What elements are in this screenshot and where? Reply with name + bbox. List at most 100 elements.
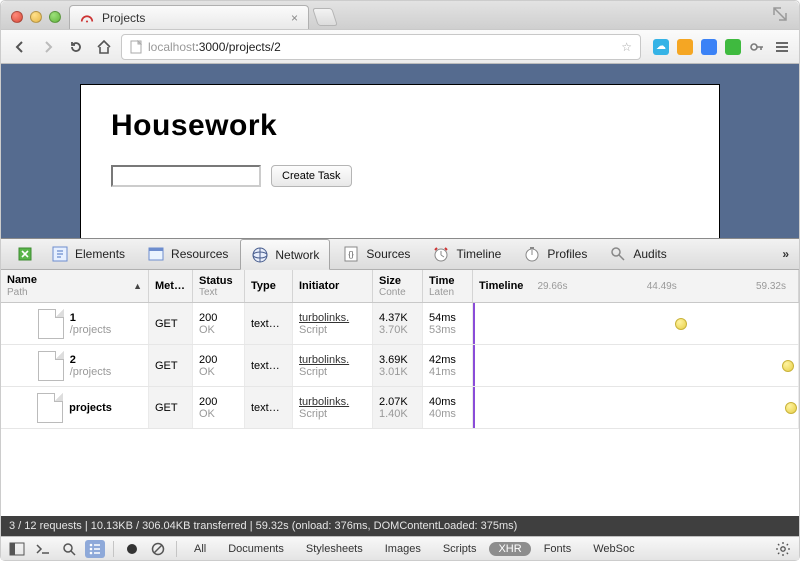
tab-close-icon[interactable]: × xyxy=(291,11,298,25)
sources-icon: {} xyxy=(342,245,360,263)
settings-gear-icon[interactable] xyxy=(773,540,793,558)
filter-stylesheets[interactable]: Stylesheets xyxy=(297,542,372,556)
network-table-header[interactable]: NamePath ▲ Met… StatusText Type Initiato… xyxy=(1,270,799,303)
cell-method: GET xyxy=(149,303,193,344)
cell-size: 2.07K1.40K xyxy=(373,387,423,428)
cell-status: 200OK xyxy=(193,303,245,344)
extension-green-icon[interactable] xyxy=(725,39,741,55)
search-icon[interactable] xyxy=(59,540,79,558)
task-form: Create Task xyxy=(111,165,689,187)
status-text: 3 / 12 requests | 10.13KB / 306.04KB tra… xyxy=(9,520,517,532)
chrome-menu-button[interactable] xyxy=(773,36,791,58)
cell-type: text… xyxy=(245,387,293,428)
window-traffic-lights xyxy=(11,11,61,23)
window-maximize-icon[interactable] xyxy=(771,5,789,23)
cell-name: 1/projects xyxy=(1,303,149,344)
cell-status: 200OK xyxy=(193,345,245,386)
browser-tabstrip: Projects × xyxy=(1,1,799,29)
omnibox-text: localhost:3000/projects/2 xyxy=(148,40,281,54)
tab-profiles[interactable]: Profiles xyxy=(513,239,597,270)
filter-scripts[interactable]: Scripts xyxy=(434,542,486,556)
nav-back-button[interactable] xyxy=(9,36,31,58)
window-minimize-button[interactable] xyxy=(30,11,42,23)
cell-size: 3.69K3.01K xyxy=(373,345,423,386)
browser-toolbar: localhost:3000/projects/2 ☆ ☁ xyxy=(1,29,799,64)
filter-list-icon[interactable] xyxy=(85,540,105,558)
filter-documents[interactable]: Documents xyxy=(219,542,293,556)
cell-status: 200OK xyxy=(193,387,245,428)
tab-favicon-icon xyxy=(80,11,94,25)
col-header-initiator: Initiator xyxy=(293,270,373,302)
col-header-type: Type xyxy=(245,270,293,302)
console-icon[interactable] xyxy=(33,540,53,558)
page-title: Housework xyxy=(111,109,689,143)
file-icon xyxy=(38,309,64,339)
resources-icon xyxy=(147,245,165,263)
page-card: Housework Create Task xyxy=(80,84,720,238)
audits-icon xyxy=(609,245,627,263)
page-icon xyxy=(130,40,142,54)
filter-all[interactable]: All xyxy=(185,542,215,556)
network-icon xyxy=(251,246,269,264)
tab-timeline[interactable]: Timeline xyxy=(422,239,511,270)
omnibox[interactable]: localhost:3000/projects/2 ☆ xyxy=(121,34,641,60)
new-tab-button[interactable] xyxy=(312,8,338,26)
table-row[interactable]: 1/projects GET 200OK text… turbolinks.Sc… xyxy=(1,303,799,345)
bookmark-star-icon[interactable]: ☆ xyxy=(621,40,632,54)
extension-key-icon[interactable] xyxy=(749,39,765,55)
table-row[interactable]: 2/projects GET 200OK text… turbolinks.Sc… xyxy=(1,345,799,387)
col-header-time: TimeLaten xyxy=(423,270,473,302)
col-header-status: StatusText xyxy=(193,270,245,302)
col-header-name: NamePath ▲ xyxy=(1,270,149,302)
extension-icons: ☁ xyxy=(653,36,791,58)
elements-icon xyxy=(51,245,69,263)
nav-home-button[interactable] xyxy=(93,36,115,58)
devtools-tabbar: Elements Resources Network {} Sources Ti… xyxy=(1,239,799,270)
window-close-button[interactable] xyxy=(11,11,23,23)
cell-initiator: turbolinks.Script xyxy=(293,345,373,386)
browser-tab[interactable]: Projects × xyxy=(69,5,309,29)
nav-forward-button[interactable] xyxy=(37,36,59,58)
cell-timeline xyxy=(473,345,799,386)
devtools-panel: Elements Resources Network {} Sources Ti… xyxy=(1,238,799,560)
dock-side-icon[interactable] xyxy=(7,540,27,558)
filter-xhr[interactable]: XHR xyxy=(489,542,530,556)
tab-elements[interactable]: Elements xyxy=(41,239,135,270)
col-header-size: SizeConte xyxy=(373,270,423,302)
cell-time: 40ms40ms xyxy=(423,387,473,428)
page-viewport: Housework Create Task xyxy=(1,64,799,238)
cell-initiator: turbolinks.Script xyxy=(293,303,373,344)
tab-sources[interactable]: {} Sources xyxy=(332,239,420,270)
create-task-button[interactable]: Create Task xyxy=(271,165,352,187)
devtools-statusbar: 3 / 12 requests | 10.13KB / 306.04KB tra… xyxy=(1,516,799,536)
sort-asc-icon: ▲ xyxy=(133,281,142,291)
clear-icon[interactable] xyxy=(148,540,168,558)
filter-images[interactable]: Images xyxy=(376,542,430,556)
profiles-icon xyxy=(523,245,541,263)
table-row[interactable]: projects GET 200OK text… turbolinks.Scri… xyxy=(1,387,799,429)
window-zoom-button[interactable] xyxy=(49,11,61,23)
cell-type: text… xyxy=(245,303,293,344)
cell-initiator: turbolinks.Script xyxy=(293,387,373,428)
filter-fonts[interactable]: Fonts xyxy=(535,542,581,556)
timeline-icon xyxy=(432,245,450,263)
task-name-input[interactable] xyxy=(111,165,261,187)
network-table-body[interactable]: 1/projects GET 200OK text… turbolinks.Sc… xyxy=(1,303,799,516)
devtools-close-icon[interactable] xyxy=(17,246,33,262)
tab-audits[interactable]: Audits xyxy=(599,239,676,270)
record-icon[interactable] xyxy=(122,540,142,558)
extension-blue-icon[interactable] xyxy=(701,39,717,55)
cell-timeline xyxy=(473,303,799,344)
extension-orange-icon[interactable] xyxy=(677,39,693,55)
devtools-overflow-icon[interactable]: » xyxy=(782,247,789,261)
cell-size: 4.37K3.70K xyxy=(373,303,423,344)
tab-resources[interactable]: Resources xyxy=(137,239,238,270)
devtools-filterbar: All Documents Stylesheets Images ScriptsXHR F… xyxy=(1,536,799,560)
cell-time: 54ms53ms xyxy=(423,303,473,344)
tab-network[interactable]: Network xyxy=(240,239,330,270)
nav-reload-button[interactable] xyxy=(65,36,87,58)
file-icon xyxy=(38,351,64,381)
filter-websoc[interactable]: WebSoc xyxy=(584,542,643,556)
cell-name: 2/projects xyxy=(1,345,149,386)
extension-cloud-icon[interactable]: ☁ xyxy=(653,39,669,55)
